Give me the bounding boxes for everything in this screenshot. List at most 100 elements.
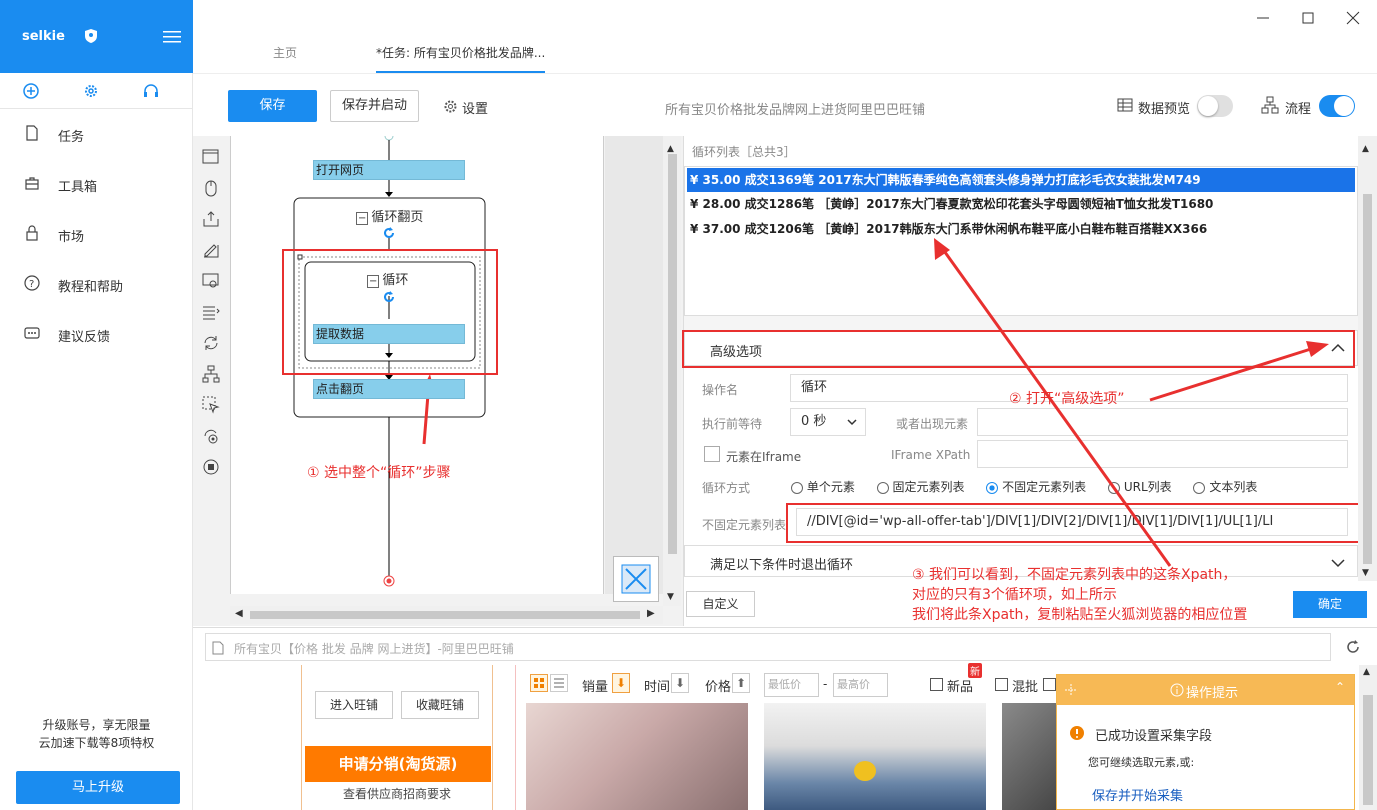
list-view-icon[interactable]	[550, 674, 568, 692]
supplier-link[interactable]: 查看供应商招商要求	[302, 785, 492, 802]
move-icon[interactable]	[1064, 683, 1078, 697]
branch-tool-icon[interactable]	[202, 365, 220, 383]
mouse-click-tool-icon[interactable]	[202, 179, 220, 197]
save-button[interactable]: 保存	[228, 90, 317, 122]
sort-down-icon[interactable]: ⬇	[671, 673, 689, 693]
brand-bar: selkie	[0, 0, 193, 73]
data-preview-label: 数据预览	[1138, 102, 1191, 117]
sidebar-item-label: 教程和帮助	[58, 280, 124, 295]
flow-lines	[282, 136, 498, 587]
tip-panel: 操作提示 ⌃ 已成功设置采集字段 您可继续选取元素,或: 保存并开始采集	[1056, 674, 1355, 810]
mixed-checkbox[interactable]	[995, 678, 1008, 691]
shield-icon	[85, 29, 97, 43]
settings-button[interactable]: 设置	[443, 98, 488, 117]
sidebar-item-feedback[interactable]: 建议反馈	[0, 309, 193, 359]
gear-icon[interactable]	[83, 83, 99, 99]
product-image[interactable]	[764, 703, 986, 810]
apply-distribution-button[interactable]: 申请分销(淘货源)	[305, 746, 491, 782]
url-field[interactable]: 所有宝贝【价格 批发 品牌 网上进货】-阿里巴巴旺铺	[205, 633, 1331, 661]
maximize-icon[interactable]	[1298, 8, 1318, 28]
refresh-icon	[384, 227, 394, 238]
open-page-tool-icon[interactable]	[202, 148, 220, 166]
flow-canvas: 打开网页 − 循环翻页 − 循环 提取数据 点击翻页 ① 选中整个“循环”步骤	[230, 136, 604, 594]
horizontal-scrollbar[interactable]: ◀ ▶	[230, 606, 663, 624]
upgrade-button[interactable]: 马上升级	[16, 771, 180, 804]
annotation-1: ① 选中整个“循环”步骤	[307, 465, 451, 481]
list-tool-icon[interactable]	[202, 303, 220, 321]
sort-down-icon[interactable]: ⬇	[612, 673, 630, 693]
enter-shop-button[interactable]: 进入旺铺	[315, 691, 393, 719]
sort-sales[interactable]: 销量	[582, 676, 608, 695]
settings-label: 设置	[462, 102, 489, 117]
upgrade-text: 升级账号，享无限量 云加速下载等8项特权	[0, 716, 193, 752]
sidebar-item-label: 建议反馈	[58, 330, 111, 345]
filter-checkbox[interactable]	[1043, 678, 1056, 691]
close-icon[interactable]	[1343, 8, 1363, 28]
flow-tools	[196, 140, 224, 620]
flowchart-icon	[1261, 96, 1279, 114]
flow-toggle[interactable]	[1319, 95, 1355, 117]
new-checkbox[interactable]	[930, 678, 943, 691]
help-icon: ?	[24, 275, 40, 291]
flow-step-click-next[interactable]: 点击翻页	[313, 379, 465, 399]
menu-icon[interactable]	[163, 30, 181, 44]
tip-save-start-link[interactable]: 保存并开始采集	[1092, 785, 1183, 804]
minimize-icon[interactable]	[1253, 8, 1273, 28]
shop-sidebar: 进入旺铺 收藏旺铺 申请分销(淘货源) 查看供应商招商要求	[301, 665, 493, 810]
save-start-button[interactable]: 保存并启动	[330, 90, 419, 122]
edit-tool-icon[interactable]	[202, 241, 220, 259]
sidebar-item-help[interactable]: ? 教程和帮助	[0, 259, 193, 309]
high-price-input[interactable]: 最高价	[833, 673, 888, 697]
loop-page-label: 循环翻页	[371, 210, 424, 225]
sort-price[interactable]: 价格	[705, 676, 731, 695]
browser-scrollbar[interactable]: ▲	[1359, 665, 1377, 810]
select-tool-icon[interactable]	[202, 396, 220, 414]
vertical-scrollbar[interactable]: ▲ ▼	[663, 136, 681, 606]
flow-step-loop-page[interactable]: − 循环翻页	[356, 206, 423, 225]
collapse-icon[interactable]: ⌃	[1335, 680, 1345, 694]
add-icon[interactable]	[23, 83, 39, 99]
tip-title: 操作提示	[1186, 686, 1239, 701]
warning-icon	[1070, 726, 1084, 740]
gear-icon	[444, 100, 457, 113]
tab-home[interactable]: 主页	[273, 44, 297, 61]
file-icon	[26, 125, 38, 141]
sidebar: selkie 任务 工具箱 市场 ? 教程和帮助 建议反馈 升级账号，享无限量 …	[0, 0, 193, 810]
low-price-input[interactable]: 最低价	[764, 673, 819, 697]
flow-step-loop[interactable]: − 循环	[367, 269, 408, 288]
headset-icon[interactable]	[143, 83, 159, 99]
flow-step-extract[interactable]: 提取数据	[313, 324, 465, 344]
browser-url-bar: 所有宝贝【价格 批发 品牌 网上进货】-阿里巴巴旺铺	[193, 627, 1377, 665]
loop-tool-icon[interactable]	[202, 334, 220, 352]
sort-up-icon[interactable]: ⬆	[732, 673, 750, 693]
tip-continue: 您可继续选取元素,或:	[1088, 756, 1195, 769]
sidebar-item-label: 任务	[58, 130, 85, 145]
fav-shop-button[interactable]: 收藏旺铺	[401, 691, 479, 719]
task-title: 所有宝贝价格批发品牌网上进货阿里巴巴旺铺	[665, 103, 926, 118]
flow-step-open-page[interactable]: 打开网页	[313, 160, 465, 180]
brand-name: selkie	[22, 29, 65, 44]
tip-header: 操作提示 ⌃	[1057, 675, 1354, 705]
sidebar-item-market[interactable]: 市场	[0, 209, 193, 259]
sidebar-item-toolbox[interactable]: 工具箱	[0, 159, 193, 209]
flow-label: 流程	[1285, 102, 1312, 117]
browser-content: 进入旺铺 收藏旺铺 申请分销(淘货源) 查看供应商招商要求 销量 ⬇ 时间 ⬇ …	[193, 663, 1377, 810]
sidebar-item-tasks[interactable]: 任务	[0, 109, 193, 159]
data-preview-toggle[interactable]	[1197, 95, 1233, 117]
product-image[interactable]	[526, 703, 748, 810]
grid-view-icon[interactable]	[530, 674, 548, 692]
sort-time[interactable]: 时间	[644, 676, 670, 695]
new-label: 新品	[947, 680, 974, 695]
reload-icon[interactable]	[1345, 639, 1361, 655]
tab-task[interactable]: *任务: 所有宝贝价格批发品牌...	[376, 44, 546, 73]
new-badge: 新	[968, 663, 982, 678]
refresh-icon	[384, 291, 394, 302]
loop-click-tool-icon[interactable]	[202, 427, 220, 445]
product-image[interactable]	[1002, 703, 1062, 810]
stop-tool-icon[interactable]	[202, 458, 220, 476]
mixed-label: 混批	[1012, 680, 1039, 695]
extract-tool-icon[interactable]	[202, 272, 220, 290]
fit-view-icon	[621, 564, 651, 594]
export-tool-icon[interactable]	[202, 210, 220, 228]
fit-view-button[interactable]	[613, 556, 659, 602]
